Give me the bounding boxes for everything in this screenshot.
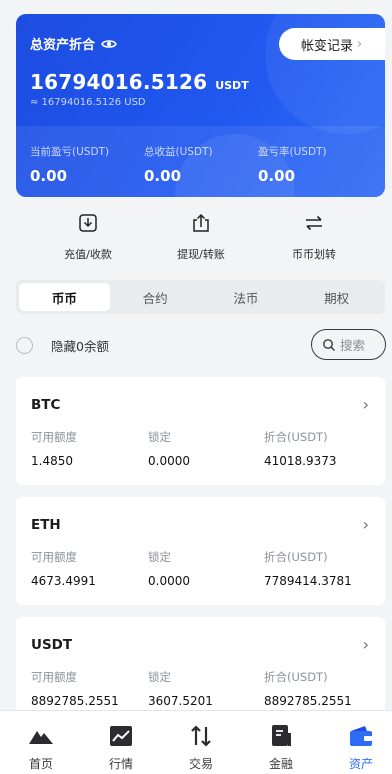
nav-finance[interactable]: 金融 (242, 711, 320, 774)
coin-name: BTC (31, 397, 61, 413)
equiv-value: 8892785.2551 (264, 694, 352, 708)
total-assets-header: 总资产折合 (30, 34, 117, 53)
locked-column: 锁定 0.0000 (148, 429, 190, 468)
deposit-button[interactable]: 充值/收款 (38, 212, 138, 262)
available-value: 4673.4991 (31, 574, 96, 588)
search-icon (323, 338, 335, 351)
nav-market-label: 行情 (108, 757, 133, 771)
asset-summary-card: 总资产折合 帐变记录 › 16794016.5126 USDT ≈ 167940… (16, 14, 385, 197)
nav-home[interactable]: 首页 (2, 711, 80, 774)
chevron-right-icon: › (362, 635, 369, 654)
available-column: 可用额度 8892785.2551 (31, 669, 119, 708)
withdraw-label: 提现/转账 (177, 248, 225, 261)
equiv-label: 折合(USDT) (264, 670, 328, 684)
transfer-icon (306, 215, 322, 231)
available-value: 8892785.2551 (31, 694, 119, 708)
available-column: 可用额度 4673.4991 (31, 549, 96, 588)
stat-label: 当前盈亏(USDT) (30, 146, 110, 158)
transfer-label: 币币划转 (292, 248, 336, 261)
available-value: 1.4850 (31, 454, 73, 468)
filter-row: 隐藏0余额 搜索 (16, 329, 386, 361)
available-label: 可用额度 (31, 550, 77, 564)
tab-spot[interactable]: 币币 (19, 283, 110, 311)
equiv-column: 折合(USDT) 8892785.2551 (264, 669, 352, 708)
asset-card-eth[interactable]: ETH › 可用额度 4673.4991 锁定 0.0000 折合(USDT) … (16, 497, 385, 605)
nav-market[interactable]: 行情 (82, 711, 160, 774)
nav-trade[interactable]: 交易 (162, 711, 240, 774)
nav-assets-label: 资产 (348, 757, 373, 771)
finance-book-icon (272, 725, 291, 746)
locked-label: 锁定 (148, 430, 171, 444)
locked-value: 3607.5201 (148, 694, 213, 708)
withdraw-button[interactable]: 提现/转账 (151, 212, 251, 262)
equiv-column: 折合(USDT) 41018.9373 (264, 429, 337, 468)
stat-label: 盈亏率(USDT) (258, 146, 327, 158)
tab-fiat[interactable]: 法币 (201, 283, 292, 311)
pnl-rate-stat: 盈亏率(USDT) 0.00 (258, 144, 327, 185)
hide-zero-radio[interactable] (16, 336, 33, 354)
total-balance-unit: USDT (215, 79, 249, 92)
stat-value: 0.00 (30, 167, 68, 185)
equiv-label: 折合(USDT) (264, 550, 328, 564)
wallet-icon (350, 726, 372, 746)
home-mountain-icon (29, 731, 53, 744)
total-assets-title: 总资产折合 (30, 38, 96, 53)
equiv-column: 折合(USDT) 7789414.3781 (264, 549, 352, 588)
stat-value: 0.00 (258, 167, 296, 185)
download-icon (79, 214, 97, 232)
hide-zero-label[interactable]: 隐藏0余额 (51, 336, 109, 355)
transfer-button[interactable]: 币币划转 (264, 212, 364, 262)
locked-label: 锁定 (148, 550, 171, 564)
chart-icon (110, 726, 132, 746)
stat-value: 0.00 (144, 167, 182, 185)
ledger-records-button[interactable]: 帐变记录 › (279, 28, 385, 60)
available-column: 可用额度 1.4850 (31, 429, 77, 468)
tab-contract[interactable]: 合约 (110, 283, 201, 311)
deposit-label: 充值/收款 (64, 248, 112, 261)
ledger-records-label: 帐变记录 (301, 38, 354, 54)
nav-home-label: 首页 (28, 757, 53, 771)
chevron-right-icon: › (362, 515, 369, 534)
bottom-navigation: 首页 行情 交易 金融 资产 (0, 710, 392, 774)
tab-options[interactable]: 期权 (291, 283, 382, 311)
equiv-label: 折合(USDT) (264, 430, 328, 444)
total-profit-stat: 总收益(USDT) 0.00 (144, 144, 213, 185)
equiv-value: 7789414.3781 (264, 574, 352, 588)
coin-name: USDT (31, 637, 73, 653)
nav-trade-label: 交易 (188, 757, 213, 771)
nav-finance-label: 金融 (268, 757, 293, 771)
account-type-tabs: 币币 合约 法币 期权 (16, 280, 385, 314)
search-placeholder: 搜索 (340, 338, 366, 353)
equiv-value: 41018.9373 (264, 454, 337, 468)
total-balance-usd: ≈ 16794016.5126 USD (30, 97, 146, 108)
current-pnl-stat: 当前盈亏(USDT) 0.00 (30, 144, 109, 185)
asset-card-usdt[interactable]: USDT › 可用额度 8892785.2551 锁定 3607.5201 折合… (16, 617, 385, 725)
asset-card-btc[interactable]: BTC › 可用额度 1.4850 锁定 0.0000 折合(USDT) 410… (16, 377, 385, 485)
available-label: 可用额度 (31, 430, 77, 444)
chevron-right-icon: › (357, 36, 363, 52)
chevron-right-icon: › (362, 395, 369, 414)
locked-label: 锁定 (148, 670, 171, 684)
total-balance-value: 16794016.5126 (30, 70, 208, 94)
quick-actions: 充值/收款 提现/转账 币币划转 (0, 212, 392, 270)
total-balance: 16794016.5126 USDT (30, 70, 249, 94)
nav-assets[interactable]: 资产 (322, 711, 392, 774)
locked-value: 0.0000 (148, 454, 190, 468)
upload-icon (193, 213, 209, 232)
available-label: 可用额度 (31, 670, 77, 684)
locked-column: 锁定 3607.5201 (148, 669, 213, 708)
eye-icon[interactable] (101, 36, 117, 52)
locked-column: 锁定 0.0000 (148, 549, 190, 588)
locked-value: 0.0000 (148, 574, 190, 588)
trade-arrows-icon (191, 725, 211, 747)
search-button[interactable]: 搜索 (311, 329, 386, 360)
stat-label: 总收益(USDT) (144, 146, 213, 158)
coin-name: ETH (31, 517, 61, 533)
